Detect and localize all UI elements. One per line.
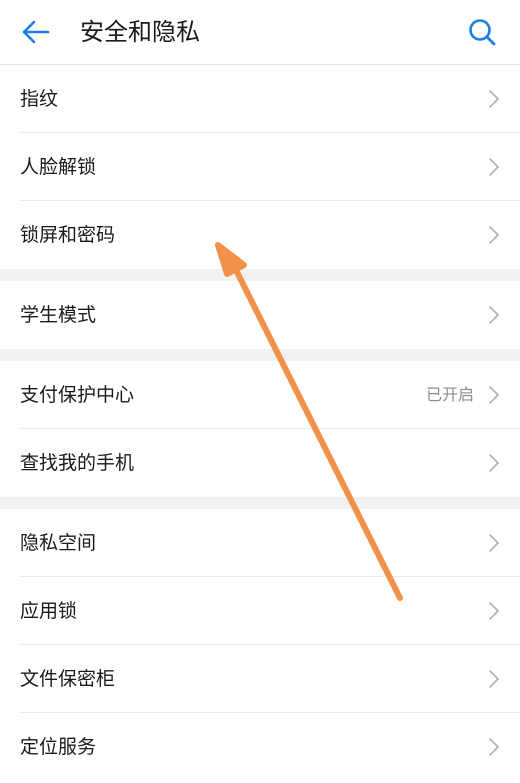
chevron-right-icon	[489, 454, 499, 472]
page-title: 安全和隐私	[80, 18, 200, 46]
chevron-right-icon	[489, 386, 499, 404]
search-icon[interactable]	[466, 16, 498, 48]
settings-group-3: 支付保护中心 已开启 查找我的手机	[0, 361, 520, 497]
settings-group-1: 指纹 人脸解锁 锁屏和密码	[0, 65, 520, 269]
settings-item-label: 隐私空间	[20, 532, 97, 554]
settings-item-label: 人脸解锁	[20, 156, 97, 178]
settings-item-label: 锁屏和密码	[20, 224, 116, 246]
settings-item-label: 文件保密柜	[20, 668, 116, 690]
status-value: 已开启	[425, 385, 474, 404]
settings-item-label: 应用锁	[20, 600, 78, 622]
settings-group-2: 学生模式	[0, 281, 520, 349]
chevron-right-icon	[489, 602, 499, 620]
settings-item-app-lock[interactable]: 应用锁	[20, 577, 520, 645]
chevron-right-icon	[489, 738, 499, 756]
chevron-right-icon	[489, 158, 499, 176]
settings-item-file-safe[interactable]: 文件保密柜	[20, 645, 520, 713]
settings-group-4: 隐私空间 应用锁 文件保密柜 定位服务	[0, 509, 520, 781]
settings-item-label: 支付保护中心	[20, 384, 135, 406]
settings-item-payment-protection[interactable]: 支付保护中心 已开启	[20, 361, 520, 429]
chevron-right-icon	[489, 226, 499, 244]
settings-item-label: 指纹	[20, 88, 59, 110]
settings-item-student-mode[interactable]: 学生模式	[20, 281, 520, 349]
settings-item-lock-screen-password[interactable]: 锁屏和密码	[20, 201, 520, 269]
settings-item-face-unlock[interactable]: 人脸解锁	[20, 133, 520, 201]
group-divider	[0, 269, 520, 281]
settings-item-label: 定位服务	[20, 736, 97, 758]
settings-item-find-my-phone[interactable]: 查找我的手机	[20, 429, 520, 497]
arrow-left-icon[interactable]	[20, 16, 52, 48]
chevron-right-icon	[489, 534, 499, 552]
chevron-right-icon	[489, 306, 499, 324]
settings-item-private-space[interactable]: 隐私空间	[20, 509, 520, 577]
header: 安全和隐私	[0, 0, 520, 65]
chevron-right-icon	[489, 90, 499, 108]
settings-item-location-services[interactable]: 定位服务	[20, 713, 520, 781]
group-divider	[0, 497, 520, 509]
settings-item-label: 查找我的手机	[20, 452, 135, 474]
chevron-right-icon	[489, 670, 499, 688]
group-divider	[0, 349, 520, 361]
settings-item-label: 学生模式	[20, 304, 97, 326]
settings-item-fingerprint[interactable]: 指纹	[20, 65, 520, 133]
settings-list: 指纹 人脸解锁 锁屏和密码 学生模式 支付保护中心 已开启 查找我的手机 隐私空…	[0, 65, 520, 781]
